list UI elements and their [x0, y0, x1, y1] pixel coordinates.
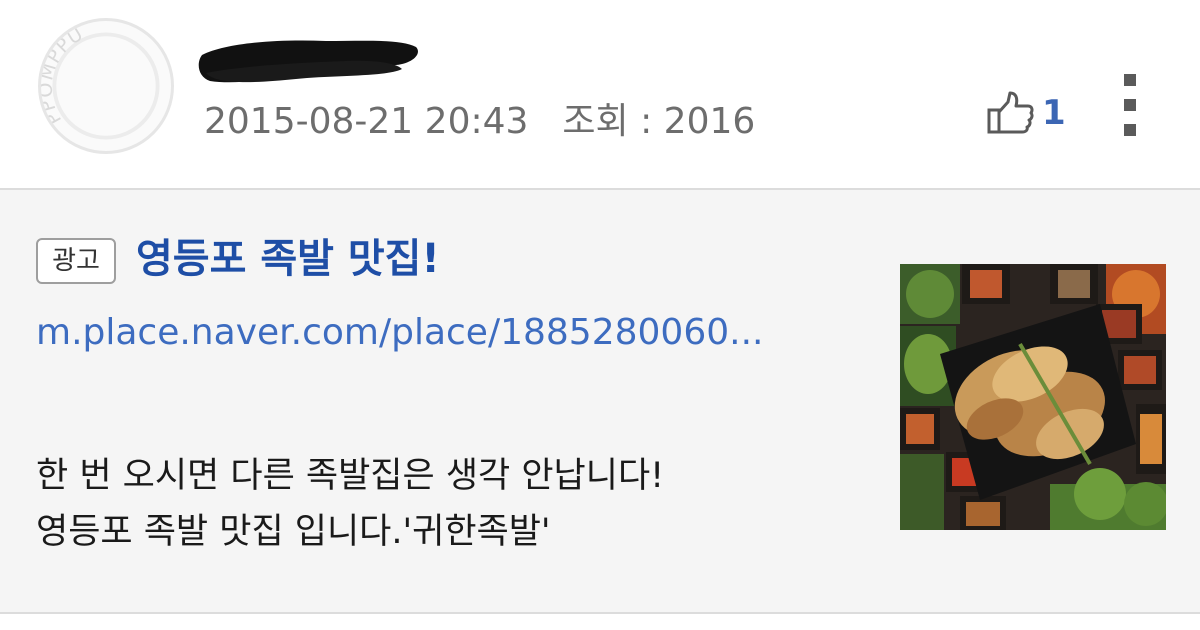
like-count: 1	[1042, 93, 1066, 133]
thumbs-up-icon	[987, 91, 1034, 134]
kebab-menu-icon	[1124, 74, 1136, 86]
ad-card[interactable]: 광고 영등포 족발 맛집! m.place.naver.com/place/18…	[0, 188, 1200, 614]
post-date: 2015-08-21 20:43	[204, 101, 529, 142]
author-name-redacted	[196, 33, 422, 89]
ad-title-link[interactable]: 영등포 족발 맛집!	[136, 230, 440, 288]
ad-badge: 광고	[36, 238, 116, 284]
ad-description-line: 한 번 오시면 다른 족발집은 생각 안납니다!	[36, 456, 665, 496]
ad-description-line: 영등포 족발 맛집 입니다.'귀한족발'	[36, 512, 551, 552]
post-meta: 2015-08-21 20:43 조회 : 2016	[204, 99, 755, 145]
ad-description: 한 번 오시면 다른 족발집은 생각 안납니다! 영등포 족발 맛집 입니다.'…	[36, 448, 876, 560]
jokbal-food-photo	[900, 264, 1166, 530]
more-options-button[interactable]	[1116, 70, 1144, 142]
post-header: PPOMPPU 2015-08-21 20:43 조회 : 2016 1	[0, 0, 1200, 188]
ad-thumbnail-image[interactable]	[900, 264, 1166, 530]
ppomppu-logo-icon: PPOMPPU	[41, 22, 160, 140]
author-avatar[interactable]: PPOMPPU	[38, 18, 174, 154]
post-views: 조회 : 2016	[562, 101, 756, 142]
ad-url-link[interactable]: m.place.naver.com/place/1885280060...	[36, 306, 836, 360]
like-button[interactable]: 1	[986, 88, 1066, 138]
